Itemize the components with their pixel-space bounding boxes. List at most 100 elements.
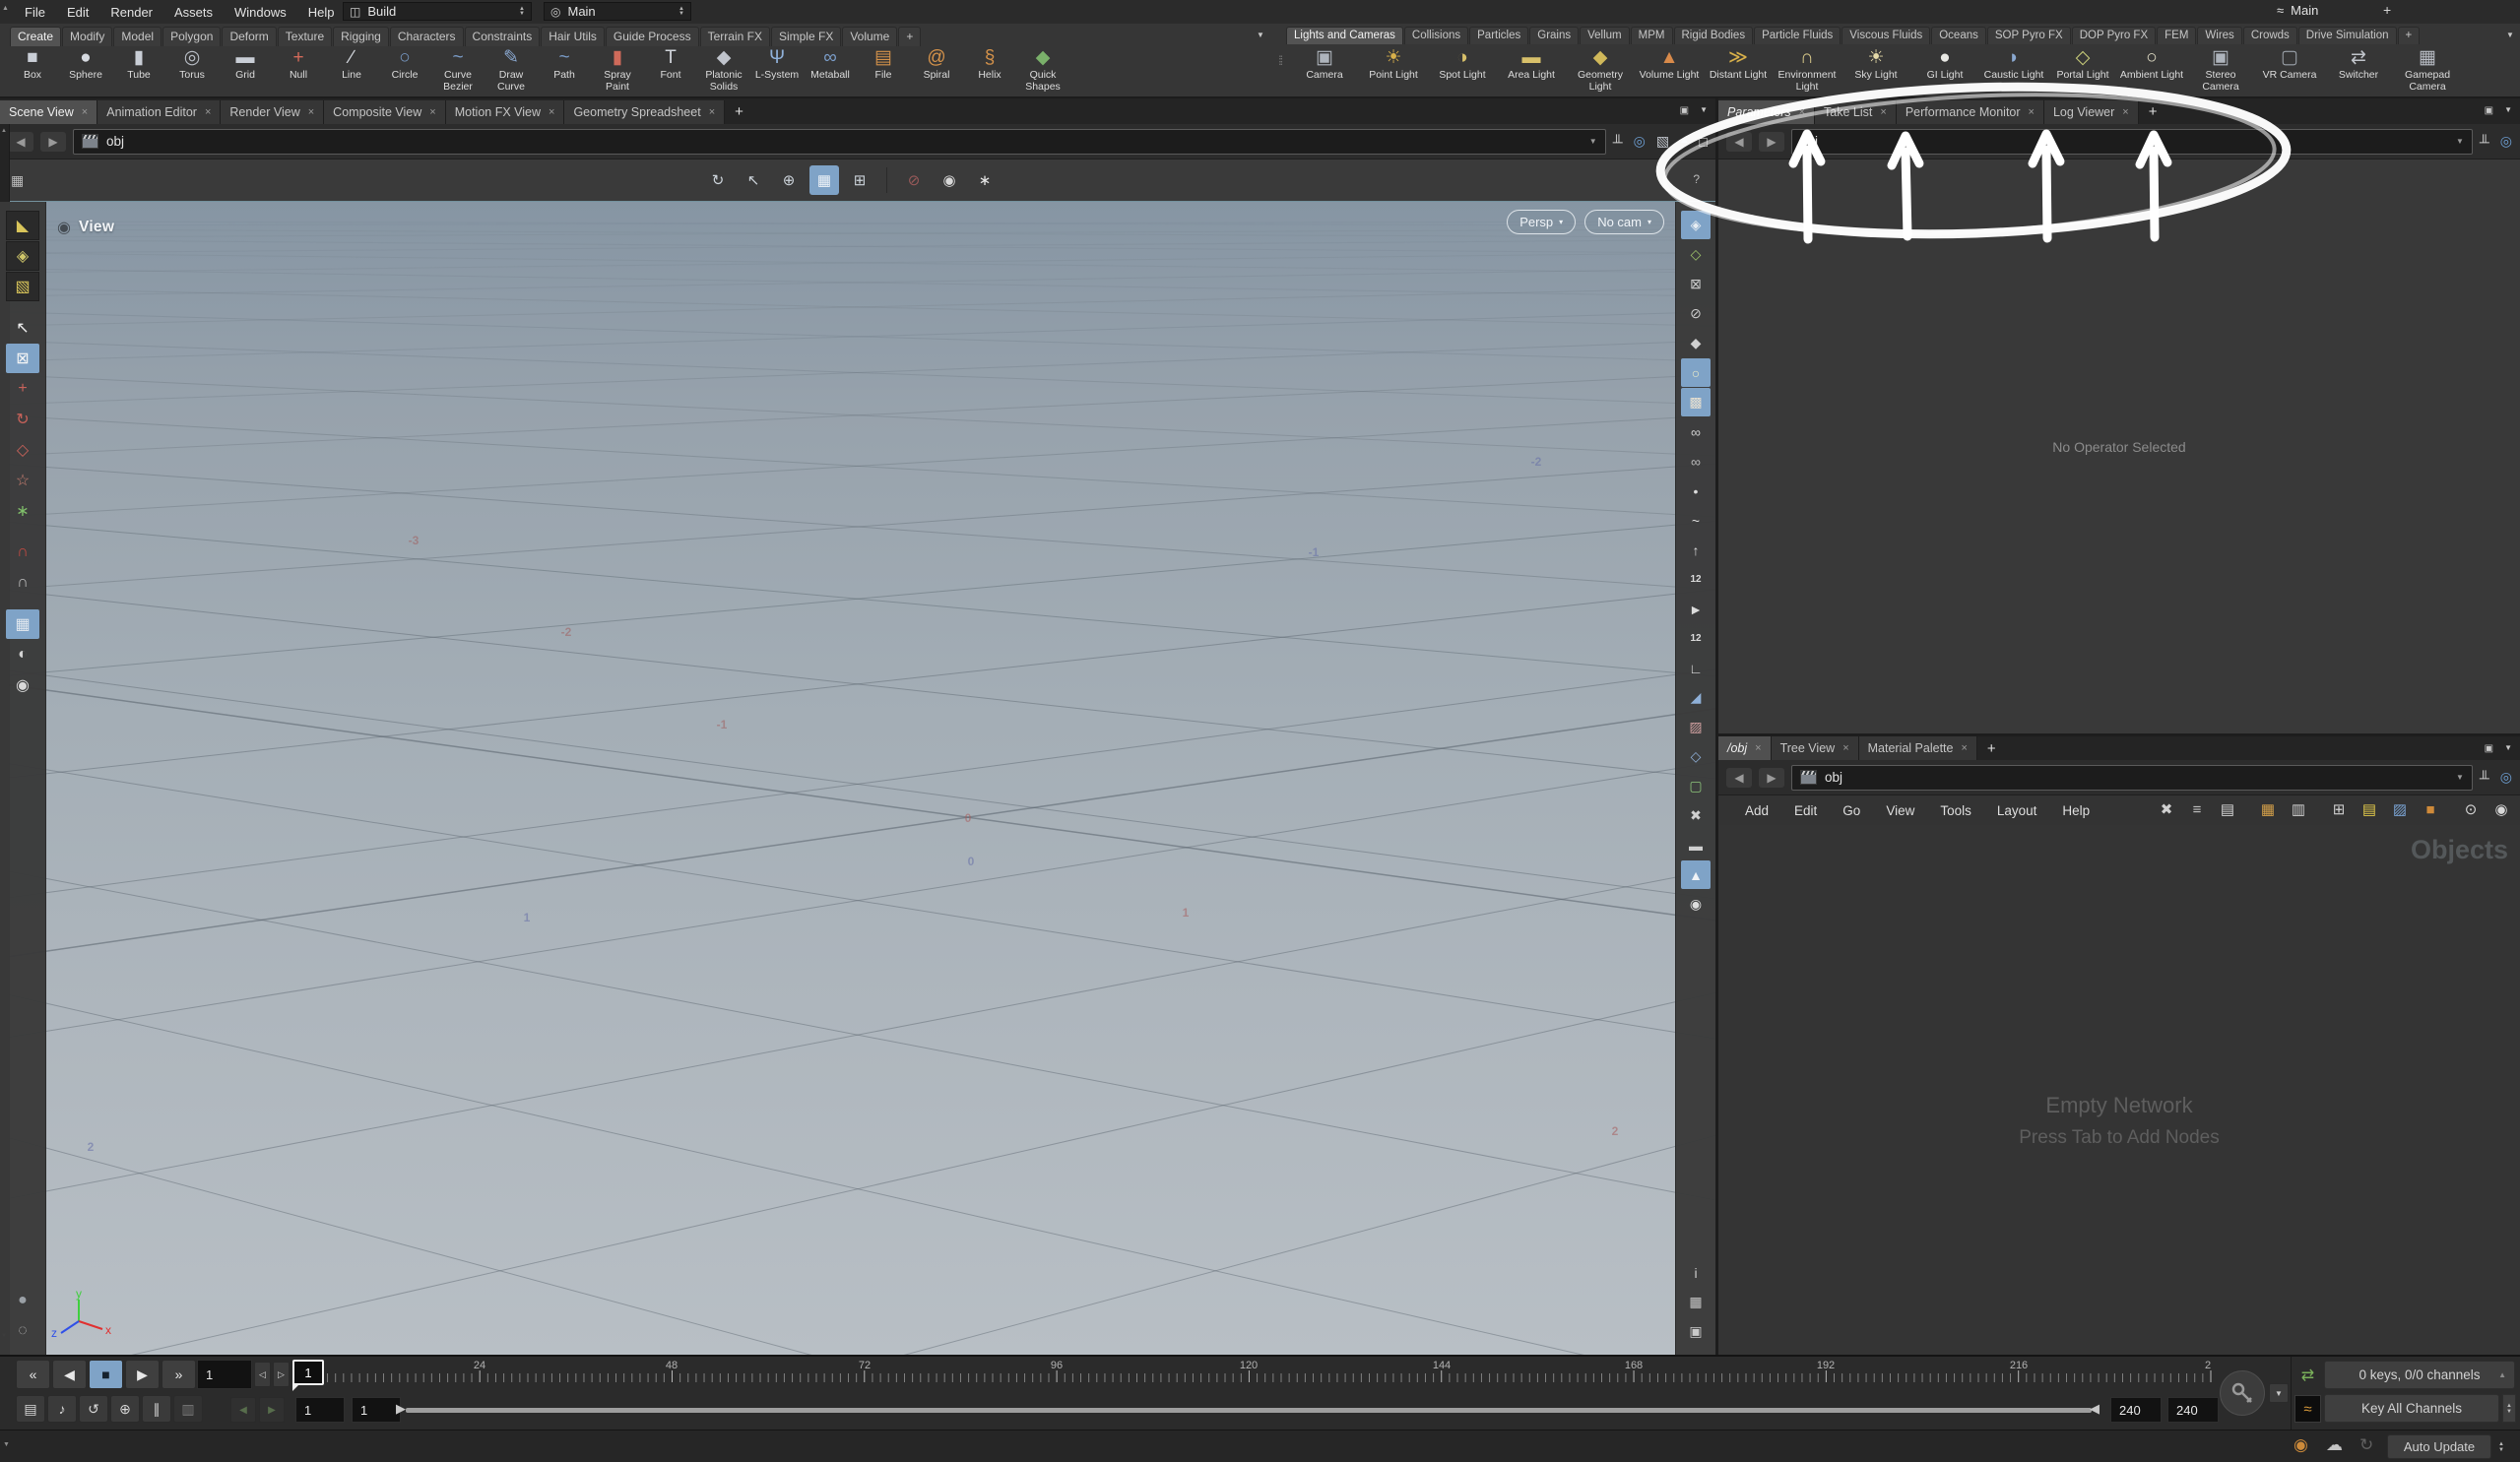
shelf-tab[interactable]: Vellum [1580,27,1630,44]
path-dropdown-icon[interactable]: ▼ [2456,137,2464,146]
target-icon[interactable]: ◎ [2500,133,2512,150]
global-start-field[interactable]: 1 [295,1397,345,1423]
auto-update-selector[interactable]: Auto Update [2387,1434,2491,1459]
hull-display-icon[interactable]: ◇ [1681,742,1711,771]
menu-item[interactable]: File [14,5,56,20]
network-menu-item[interactable]: Tools [1927,803,1984,818]
shelf-tab[interactable]: Rigging [333,27,389,46]
global-end-field[interactable]: 240 [2167,1397,2219,1423]
shelf-tab[interactable]: Oceans [1931,27,1986,44]
shelf-tool[interactable]: ◗ Caustic Light [1979,46,2048,82]
dopesheet-icon[interactable]: ▥ [173,1395,203,1423]
shelf-tool[interactable]: ~ Curve Bezier [431,46,485,94]
objects-filter-icon[interactable]: ▧ [1656,133,1669,150]
brain-icon[interactable]: ☁ [2326,1435,2343,1455]
geometry-filter-icon[interactable]: ◓ [1680,134,1688,150]
desktop-selector[interactable]: ◫ Build ▲ ▼ [343,2,532,21]
pane-tab[interactable]: Performance Monitor × [1896,100,2044,124]
range-end-button[interactable]: ▶ [259,1397,285,1423]
pause-updates-icon[interactable]: ⊘ [899,165,929,195]
move-tool-icon[interactable]: ⊕ [774,165,804,195]
shading-mode-icon[interactable]: ◈ [1681,211,1711,239]
select-tool-icon[interactable]: ↖ [6,313,39,343]
no-lighting-icon[interactable]: ⊘ [1681,299,1711,328]
shelf-drag-handle[interactable]: ⁞⁞ [1278,53,1283,68]
point-numbers-icon[interactable]: 12 [1681,565,1711,594]
multi-snap-icon[interactable]: ∩ [6,568,39,598]
keys-summary-button[interactable]: 0 keys, 0/0 channels ▲ [2324,1361,2515,1389]
shelf-tool[interactable]: ▣ Camera [1290,46,1359,82]
shelf-tool[interactable]: ◎ Torus [165,46,219,82]
add-pane-tab-button[interactable]: + [2139,103,2167,120]
shelf-tool[interactable]: ☀ Sky Light [1842,46,1910,82]
shelf-tab[interactable]: DOP Pyro FX [2071,27,2157,44]
pin-icon[interactable]: ╨ [2480,134,2489,150]
network-menu-item[interactable]: Go [1830,803,1873,818]
playback-start-field[interactable]: 1 [352,1397,401,1423]
stereo-glasses-icon[interactable]: ∞ [1681,417,1711,446]
background-image-icon[interactable]: ▨ [2389,798,2411,820]
recook-icon[interactable]: ↻ [2359,1435,2373,1455]
pane-tab[interactable]: Animation Editor × [97,100,222,124]
pane-maximize-icon[interactable]: ▣ [2485,743,2493,754]
shelf-tool[interactable]: ○ Circle [378,46,431,82]
view-tool-icon[interactable]: ↻ [703,165,733,195]
target-icon[interactable]: ◎ [2500,769,2512,786]
shelf-tool[interactable]: ✎ Draw Curve [485,46,538,94]
close-tab-icon[interactable]: × [1799,106,1805,118]
shelf-overflow-icon[interactable]: ▼ [1257,31,1264,39]
headlight-icon[interactable]: ◆ [1681,329,1711,357]
shelf-tab[interactable]: SOP Pyro FX [1986,27,2071,44]
new-pane-tab-icon[interactable]: ⊞ [2328,798,2350,820]
shelf-tool[interactable]: @ Spiral [910,46,963,82]
shelf-tab[interactable]: MPM [1630,27,1673,44]
back-button[interactable]: ◀ [1726,131,1752,152]
viewport-3d[interactable]: -3 -2 -1 0 1 2 0 1 2 -1 -2 ◉ View Persp ▾ No cam ▾ ◣… [0,201,1715,1355]
shelf-tab[interactable]: Lights and Cameras [1286,27,1403,44]
pane-tab[interactable]: Tree View × [1771,736,1859,760]
ground-icon[interactable]: ◌ [6,1316,39,1346]
add-pane-tab-button[interactable]: + [725,103,753,120]
pose-tool-icon[interactable]: ☆ [6,466,39,495]
timeline-ruler[interactable] [0,1357,2520,1388]
select-geometry-icon[interactable]: ◈ [6,241,39,271]
shelf-tool[interactable]: ◆ Geometry Light [1566,46,1635,94]
path-dropdown-icon[interactable]: ▼ [1589,137,1597,146]
shelf-tab[interactable]: Model [113,27,162,46]
menu-item[interactable]: Help [297,5,346,20]
undo-icon[interactable]: ↺ [79,1395,108,1423]
snapshot-icon[interactable]: ▣ [1681,1317,1711,1346]
viewport-menu-icon[interactable]: ◉ [57,218,71,237]
viewport-tool-icon[interactable] [886,167,887,193]
shelf-tool[interactable]: ▣ Stereo Camera [2186,46,2255,94]
info-icon[interactable]: i [1681,1258,1711,1287]
range-slider[interactable] [406,1408,2092,1413]
close-tab-icon[interactable]: × [2122,106,2128,118]
shelf-tool[interactable]: ≫ Distant Light [1704,46,1773,82]
shelf-tab[interactable]: Terrain FX [699,27,770,46]
shelf-tool[interactable]: ⇄ Switcher [2324,46,2393,82]
point-normals-icon[interactable]: ↑ [1681,536,1711,564]
pane-tab[interactable]: /obj × [1718,736,1772,760]
shelf-tab[interactable]: Crowds [2242,27,2297,44]
close-tab-icon[interactable]: × [1961,742,1967,754]
collapse-playbar-icon[interactable]: ▼ [3,1441,10,1448]
range-slider-left-handle[interactable]: ▶ [396,1401,406,1417]
hq-lighting-icon[interactable]: ▩ [1681,388,1711,416]
camera-view-icon[interactable]: ▦ [809,165,839,195]
search-icon[interactable]: ⊙ [2460,798,2482,820]
shelf-tab[interactable]: Deform [222,27,277,46]
forward-button[interactable]: ▶ [1759,767,1784,788]
select-visible-icon[interactable]: ◣ [6,211,39,240]
back-button[interactable]: ◀ [1726,767,1752,788]
pane-maximize-icon[interactable]: ▣ [2485,105,2493,116]
shelf-tool[interactable]: ▬ Grid [219,46,272,82]
shelf-tab[interactable]: Texture [277,27,333,46]
viewport-pointer-icon[interactable]: ◉ [1681,890,1711,919]
back-button[interactable]: ◀ [8,131,33,152]
shelf-tab[interactable]: Collisions [1403,27,1469,44]
shelf-tool[interactable]: § Helix [963,46,1016,82]
list-mode-icon[interactable]: ▤ [2217,798,2238,820]
close-tab-icon[interactable]: × [1842,742,1848,754]
key-all-channels-button[interactable]: Key All Channels [2324,1394,2499,1423]
